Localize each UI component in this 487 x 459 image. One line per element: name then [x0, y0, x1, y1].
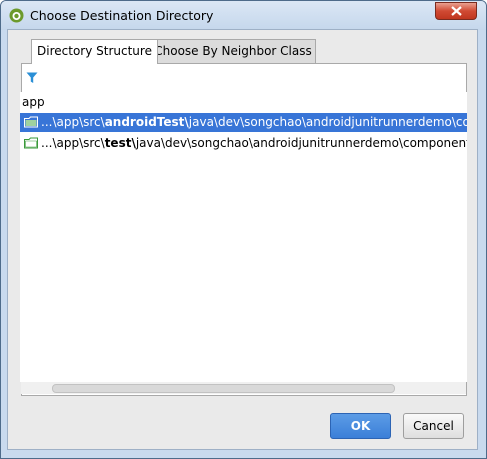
tab-choose-by-neighbor-class[interactable]: Choose By Neighbor Class [150, 39, 316, 63]
path-suffix: java\dev\songchao\androidjunitrunnerdemo… [188, 115, 467, 129]
path-bold-segment: test\ [104, 136, 136, 150]
scrollbar-thumb[interactable] [52, 384, 395, 393]
filter-icon[interactable] [26, 72, 38, 84]
tab-directory-structure[interactable]: Directory Structure [31, 39, 158, 64]
cancel-button[interactable]: Cancel [403, 413, 464, 439]
directory-tree[interactable]: app ...\app\src\androidTest\java\dev\son… [20, 92, 467, 382]
path-prefix: ...\app\src\ [41, 136, 105, 150]
folder-icon [24, 116, 38, 131]
tree-row-androidtest[interactable]: ...\app\src\androidTest\java\dev\songcha… [20, 113, 467, 132]
window-title: Choose Destination Directory [30, 8, 214, 23]
tree-root-app[interactable]: app [22, 95, 45, 109]
close-icon [451, 6, 462, 16]
tree-row-path: ...\app\src\test\java\dev\songchao\andro… [41, 136, 467, 150]
ok-button[interactable]: OK [330, 413, 391, 439]
horizontal-scrollbar[interactable] [21, 382, 466, 394]
path-prefix: ...\app\src\ [41, 115, 105, 129]
tab-label: Directory Structure [37, 44, 152, 58]
path-suffix: java\dev\songchao\androidjunitrunnerdemo… [135, 136, 467, 150]
tab-label: Choose By Neighbor Class [154, 44, 312, 58]
folder-icon [24, 137, 38, 152]
title-bar[interactable]: Choose Destination Directory [1, 1, 486, 30]
tree-row-path: ...\app\src\androidTest\java\dev\songcha… [41, 115, 467, 129]
tree-row-test[interactable]: ...\app\src\test\java\dev\songchao\andro… [20, 134, 467, 153]
path-bold-segment: androidTest\ [104, 115, 189, 129]
android-icon [9, 8, 24, 23]
close-button[interactable] [435, 2, 477, 20]
